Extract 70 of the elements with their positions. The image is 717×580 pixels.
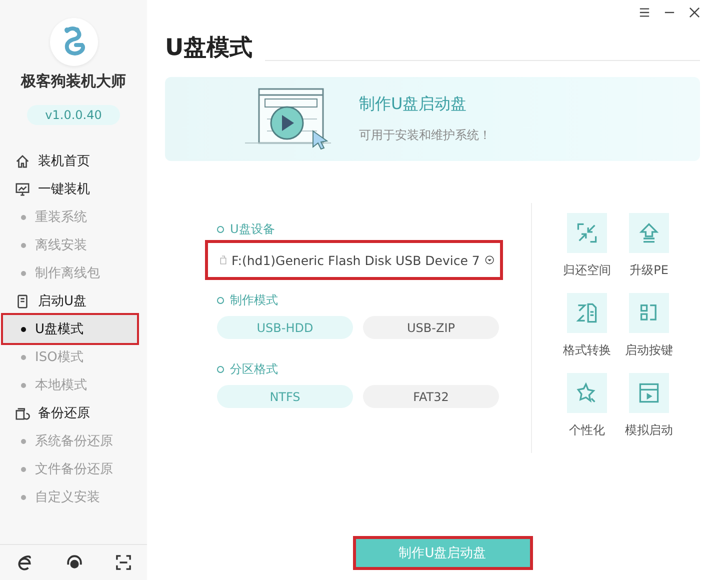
tool-button[interactable]: [629, 373, 669, 413]
usb-drive-icon: [220, 253, 227, 267]
field-label: 制作模式: [217, 292, 521, 309]
sidebar-item[interactable]: 本地模式: [0, 371, 147, 399]
tool-button[interactable]: [567, 373, 607, 413]
section-label: 一键装机: [38, 181, 90, 198]
sidebar-item[interactable]: U盘模式: [3, 315, 137, 343]
file-convert-icon: [576, 302, 598, 324]
upload-arrow-icon: [638, 222, 660, 244]
tool-button[interactable]: [567, 213, 607, 253]
device-select[interactable]: F:(hd1)Generic Flash Disk USB Device 7: [205, 240, 503, 280]
tool-label: 格式转换: [563, 342, 611, 359]
tool-label: 启动按键: [625, 342, 673, 359]
section-label: 备份还原: [38, 405, 90, 422]
mode-option[interactable]: USB-ZIP: [363, 316, 499, 339]
item-label: 制作离线包: [35, 265, 100, 282]
field-label: U盘设备: [217, 221, 521, 238]
home-icon: [15, 154, 30, 168]
tool-label: 归还空间: [563, 262, 611, 279]
close-icon[interactable]: [689, 7, 700, 18]
make-boot-disk-button[interactable]: 制作U盘启动盘: [352, 536, 532, 570]
headset-icon[interactable]: [66, 554, 83, 571]
mode-option[interactable]: USB-HDD: [217, 316, 353, 339]
page-title: U盘模式: [165, 34, 253, 63]
backup-icon: [15, 406, 30, 420]
sidebar-item[interactable]: 制作离线包: [0, 259, 147, 287]
menu-icon[interactable]: [639, 7, 650, 18]
item-label: U盘模式: [35, 321, 84, 338]
item-label: ISO模式: [35, 349, 84, 366]
item-label: 系统备份还原: [35, 433, 113, 450]
sidebar-item[interactable]: 重装系统: [0, 203, 147, 231]
dropdown-icon: [484, 253, 494, 267]
tool-label: 升级PE: [630, 262, 668, 279]
app-logo: [50, 18, 98, 66]
item-label: 重装系统: [35, 209, 87, 226]
tool-button[interactable]: [629, 293, 669, 333]
browser-icon[interactable]: [16, 554, 34, 571]
banner-title: 制作U盘启动盘: [359, 94, 468, 115]
section-label: 装机首页: [38, 153, 90, 170]
item-label: 文件备份还原: [35, 461, 113, 478]
tool-label: 模拟启动: [625, 422, 673, 439]
sidebar-section[interactable]: 启动U盘: [0, 287, 147, 315]
sidebar-item[interactable]: 系统备份还原: [0, 427, 147, 455]
tool-button[interactable]: [567, 293, 607, 333]
item-label: 离线安装: [35, 237, 87, 254]
usb-drive-icon: [15, 294, 30, 308]
sidebar-item[interactable]: 离线安装: [0, 231, 147, 259]
tool-label: 个性化: [569, 422, 605, 439]
sidebar-section[interactable]: 备份还原: [0, 399, 147, 427]
monitor-icon: [15, 182, 30, 196]
banner-subtitle: 可用于安装和维护系统！: [359, 127, 491, 144]
item-label: 自定义安装: [35, 489, 100, 506]
play-window-icon: [638, 382, 660, 404]
tool-button[interactable]: [629, 213, 669, 253]
sidebar-item[interactable]: 文件备份还原: [0, 455, 147, 483]
device-value: F:(hd1)Generic Flash Disk USB Device 7: [232, 252, 480, 268]
item-label: 本地模式: [35, 377, 87, 394]
format-option[interactable]: FAT32: [363, 385, 499, 408]
app-name: 极客狗装机大师: [21, 72, 126, 91]
sidebar-item[interactable]: ISO模式: [0, 343, 147, 371]
sidebar-item[interactable]: 自定义安装: [0, 483, 147, 511]
sidebar-section[interactable]: 装机首页: [0, 147, 147, 175]
shrink-arrows-icon: [576, 222, 598, 244]
format-option[interactable]: NTFS: [217, 385, 353, 408]
field-label: 分区格式: [217, 361, 521, 378]
version-label: v1.0.0.40: [27, 105, 120, 125]
scan-icon[interactable]: [116, 555, 131, 570]
star-cursor-icon: [576, 382, 598, 404]
sidebar-section[interactable]: 一键装机: [0, 175, 147, 203]
section-label: 启动U盘: [38, 293, 87, 310]
